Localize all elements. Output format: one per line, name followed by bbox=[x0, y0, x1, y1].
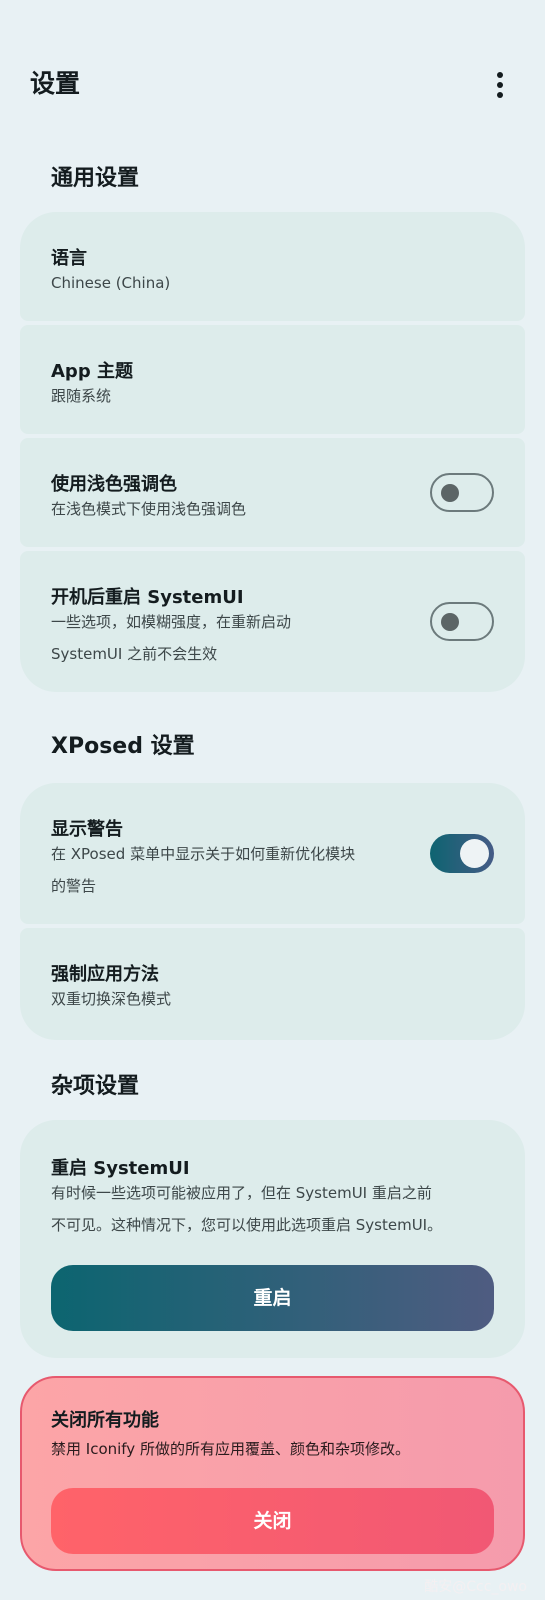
show-warning-title: 显示警告 bbox=[51, 819, 123, 840]
watermark: 酷安@Ccc_owo bbox=[424, 1579, 527, 1595]
language-value: Chinese (China) bbox=[51, 274, 171, 292]
restart-on-boot-desc-line2: SystemUI 之前不会生效 bbox=[51, 645, 218, 663]
restart-on-boot-title: 开机后重启 SystemUI bbox=[51, 587, 244, 608]
show-warning-toggle[interactable] bbox=[430, 834, 494, 873]
force-method-setting[interactable]: 强制应用方法 双重切换深色模式 bbox=[20, 928, 525, 1040]
disable-all-card: 关闭所有功能 禁用 Iconify 所做的所有应用覆盖、颜色和杂项修改。 关闭 bbox=[20, 1376, 525, 1571]
show-warning-desc-line1: 在 XPosed 菜单中显示关于如何重新优化模块 bbox=[51, 845, 356, 863]
toggle-knob bbox=[441, 613, 459, 631]
theme-value: 跟随系统 bbox=[51, 387, 112, 405]
restart-on-boot-desc-line1: 一些选项，如模糊强度，在重新启动 bbox=[51, 613, 292, 631]
more-vert-icon[interactable] bbox=[495, 72, 505, 98]
disable-all-title: 关闭所有功能 bbox=[51, 1410, 159, 1431]
toggle-knob bbox=[441, 484, 459, 502]
restart-systemui-card: 重启 SystemUI 有时候一些选项可能被应用了，但在 SystemUI 重启… bbox=[20, 1120, 525, 1358]
restart-systemui-desc-line1: 有时候一些选项可能被应用了，但在 SystemUI 重启之前 bbox=[51, 1184, 432, 1202]
theme-title: App 主题 bbox=[51, 361, 133, 382]
show-warning-desc-line2: 的警告 bbox=[51, 877, 97, 895]
page-title: 设置 bbox=[30, 69, 81, 98]
restart-button[interactable]: 重启 bbox=[51, 1265, 494, 1331]
language-setting[interactable]: 语言 Chinese (China) bbox=[20, 212, 525, 321]
light-accent-setting[interactable]: 使用浅色强调色 在浅色模式下使用浅色强调色 bbox=[20, 438, 525, 547]
light-accent-desc: 在浅色模式下使用浅色强调色 bbox=[51, 500, 247, 518]
app-bar: 设置 bbox=[30, 60, 505, 104]
section-title-xposed: XPosed 设置 bbox=[51, 734, 195, 759]
toggle-knob bbox=[460, 839, 489, 868]
section-title-general: 通用设置 bbox=[51, 166, 140, 191]
restart-on-boot-setting[interactable]: 开机后重启 SystemUI 一些选项，如模糊强度，在重新启动 SystemUI… bbox=[20, 551, 525, 692]
restart-on-boot-toggle[interactable] bbox=[430, 602, 494, 641]
force-method-value: 双重切换深色模式 bbox=[51, 990, 172, 1008]
show-warning-setting[interactable]: 显示警告 在 XPosed 菜单中显示关于如何重新优化模块 的警告 bbox=[20, 783, 525, 924]
restart-systemui-desc-line2: 不可见。这种情况下，您可以使用此选项重启 SystemUI。 bbox=[51, 1216, 443, 1234]
restart-systemui-title: 重启 SystemUI bbox=[51, 1158, 190, 1179]
light-accent-toggle[interactable] bbox=[430, 473, 494, 512]
disable-all-desc: 禁用 Iconify 所做的所有应用覆盖、颜色和杂项修改。 bbox=[51, 1440, 410, 1458]
force-method-title: 强制应用方法 bbox=[51, 964, 159, 985]
theme-setting[interactable]: App 主题 跟随系统 bbox=[20, 325, 525, 434]
section-title-misc: 杂项设置 bbox=[51, 1074, 140, 1099]
language-title: 语言 bbox=[51, 248, 87, 269]
disable-all-button[interactable]: 关闭 bbox=[51, 1488, 494, 1554]
light-accent-title: 使用浅色强调色 bbox=[51, 474, 177, 495]
